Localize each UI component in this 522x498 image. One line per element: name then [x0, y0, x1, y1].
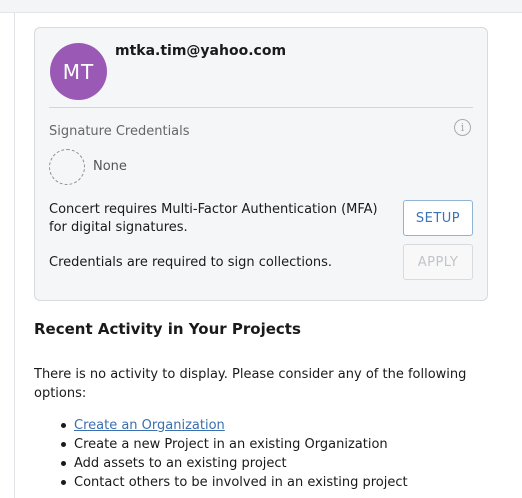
option-text: Create a new Project in an existing Orga…	[74, 437, 388, 452]
bullet-icon	[61, 423, 66, 428]
options-list: Create an Organization Create a new Proj…	[34, 416, 408, 492]
bullet-icon	[61, 461, 66, 466]
top-bar	[0, 0, 522, 13]
avatar: MT	[50, 43, 107, 100]
profile-card: MT mtka.tim@yahoo.com Signature Credenti…	[34, 27, 488, 301]
user-email: mtka.tim@yahoo.com	[115, 43, 287, 59]
recent-activity-title: Recent Activity in Your Projects	[34, 320, 301, 338]
setup-button[interactable]: SETUP	[403, 200, 473, 236]
bullet-icon	[61, 442, 66, 447]
option-text: Add assets to an existing project	[74, 456, 287, 471]
option-text: Contact others to be involved in an exis…	[74, 475, 408, 490]
list-item: Create an Organization	[34, 416, 408, 435]
list-item: Create a new Project in an existing Orga…	[34, 435, 408, 454]
card-divider	[49, 107, 473, 108]
info-circle-icon[interactable]: i	[454, 119, 471, 136]
bullet-icon	[61, 480, 66, 485]
signature-credentials-label: Signature Credentials	[49, 124, 190, 139]
left-divider	[14, 13, 15, 498]
empty-activity-message: There is no activity to display. Please …	[34, 367, 467, 401]
credentials-message: Credentials are required to sign collect…	[49, 255, 333, 270]
mfa-message: Concert requires Multi-Factor Authentica…	[49, 202, 378, 235]
credential-placeholder-icon	[49, 149, 85, 185]
create-organization-link[interactable]: Create an Organization	[74, 418, 225, 433]
list-item: Contact others to be involved in an exis…	[34, 473, 408, 492]
credential-status: None	[93, 159, 127, 174]
list-item: Add assets to an existing project	[34, 454, 408, 473]
apply-button[interactable]: APPLY	[403, 244, 473, 280]
